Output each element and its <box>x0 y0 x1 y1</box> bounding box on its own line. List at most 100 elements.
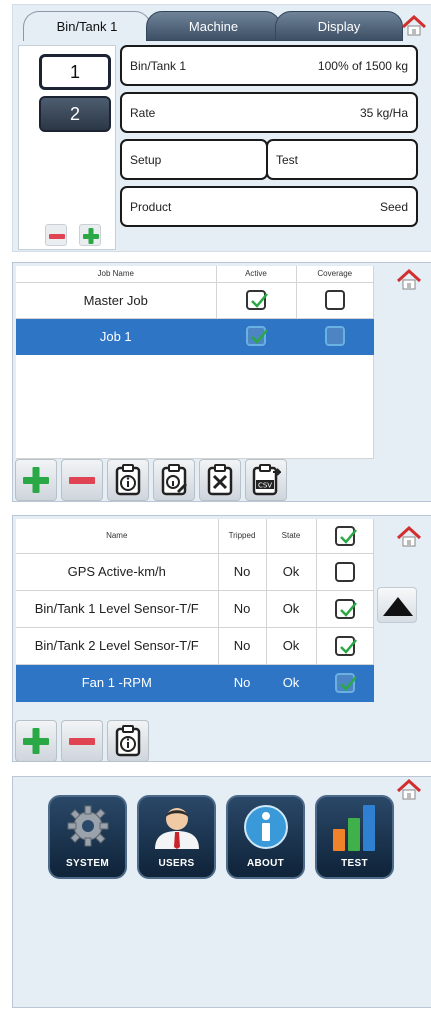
tripped-value: No <box>218 590 267 628</box>
alarms-panel: Name Tripped State GPS Active-km/h No Ok… <box>12 515 431 762</box>
checkbox-checked[interactable] <box>334 672 357 693</box>
scroll-up-button[interactable] <box>377 587 417 623</box>
bin-1-button[interactable]: 1 <box>39 54 111 90</box>
card-value: 35 kg/Ha <box>359 105 408 120</box>
home-icon[interactable] <box>396 778 422 801</box>
jobs-table: Job Name Active Coverage Master Job Job … <box>16 266 374 459</box>
check-icon <box>339 601 357 617</box>
tab-machine[interactable]: Machine <box>146 11 281 41</box>
active-cell[interactable] <box>216 282 297 319</box>
users-tile[interactable]: USERS <box>137 795 216 879</box>
bin-number: 2 <box>69 103 80 124</box>
table-row[interactable]: Job 1 <box>16 318 374 355</box>
about-tile[interactable]: ABOUT <box>226 795 305 879</box>
plus-icon <box>23 728 49 754</box>
coverage-cell[interactable] <box>296 282 374 319</box>
enabled-cell[interactable] <box>316 553 374 591</box>
remove-job-button[interactable] <box>61 459 103 501</box>
clipboard-delete-icon <box>207 464 233 496</box>
remove-bin-button[interactable] <box>45 224 67 246</box>
active-cell[interactable] <box>216 318 297 355</box>
add-job-button[interactable] <box>15 459 57 501</box>
plus-icon <box>83 228 99 244</box>
checkbox-checked[interactable] <box>334 635 357 656</box>
select-all-cell[interactable] <box>316 519 374 554</box>
alarm-info-button[interactable] <box>107 720 149 762</box>
edit-job-button[interactable] <box>153 459 195 501</box>
column-header-job-name: Job Name <box>16 266 217 283</box>
column-header-name: Name <box>16 519 219 554</box>
bin-2-button[interactable]: 2 <box>39 96 111 132</box>
clipboard-csv-icon: CSV <box>252 464 281 496</box>
home-icon[interactable] <box>396 525 422 548</box>
table-row[interactable]: GPS Active-km/h No Ok <box>16 553 374 591</box>
table-row[interactable]: Fan 1 -RPM No Ok <box>16 664 374 702</box>
tab-label: Machine <box>188 18 239 34</box>
checkbox-checked[interactable] <box>246 326 268 346</box>
minus-icon <box>49 234 65 239</box>
info-icon <box>243 805 288 849</box>
clipboard-info-icon <box>115 725 141 757</box>
home-icon[interactable] <box>396 268 422 291</box>
enabled-cell[interactable] <box>316 590 374 628</box>
table-row[interactable]: Bin/Tank 2 Level Sensor-T/F No Ok <box>16 627 374 665</box>
bin-level-card[interactable]: Bin/Tank 1 100% of 1500 kg <box>120 45 418 86</box>
checkbox-checked[interactable] <box>246 290 268 310</box>
state-value: Ok <box>266 664 317 702</box>
coverage-cell[interactable] <box>296 318 374 355</box>
table-row[interactable]: Master Job <box>16 282 374 319</box>
job-info-button[interactable] <box>107 459 149 501</box>
export-csv-button[interactable]: CSV <box>245 459 287 501</box>
test-button[interactable]: Test <box>266 139 418 180</box>
tab-display[interactable]: Display <box>275 11 403 41</box>
tab-bin-tank-1[interactable]: Bin/Tank 1 <box>23 11 151 41</box>
card-value: Seed <box>379 199 408 214</box>
minus-icon <box>69 738 95 745</box>
card-label: Setup <box>130 152 162 167</box>
job-name: Job 1 <box>16 318 217 355</box>
home-icon[interactable] <box>401 14 427 37</box>
rate-card[interactable]: Rate 35 kg/Ha <box>120 92 418 133</box>
check-icon <box>339 675 357 691</box>
triangle-up-icon <box>383 597 413 616</box>
alarms-table: Name Tripped State GPS Active-km/h No Ok… <box>16 519 374 702</box>
tripped-value: No <box>218 627 267 665</box>
checkbox-unchecked[interactable] <box>324 326 345 346</box>
user-icon <box>154 808 199 849</box>
checkbox-checked[interactable] <box>334 598 357 619</box>
clipboard-edit-icon <box>161 464 187 496</box>
jobs-panel: Job Name Active Coverage Master Job Job … <box>12 262 431 502</box>
select-all-checkbox[interactable] <box>334 525 357 546</box>
add-alarm-button[interactable] <box>15 720 57 762</box>
gear-icon <box>67 805 108 847</box>
main-menu-panel: SYSTEM USERS ABOUT TEST <box>12 776 431 1008</box>
job-name: Master Job <box>16 282 217 319</box>
setup-button[interactable]: Setup <box>120 139 268 180</box>
alarm-name: Fan 1 -RPM <box>16 664 219 702</box>
jobs-toolbar: CSV <box>15 459 287 501</box>
tripped-value: No <box>218 553 267 591</box>
bin-list: 1 2 <box>18 45 116 250</box>
checkbox-unchecked[interactable] <box>324 290 345 310</box>
system-tile[interactable]: SYSTEM <box>48 795 127 879</box>
bar-chart-icon <box>332 805 375 851</box>
enabled-cell[interactable] <box>316 664 374 702</box>
state-value: Ok <box>266 627 317 665</box>
test-tile[interactable]: TEST <box>315 795 394 879</box>
add-bin-button[interactable] <box>79 224 101 246</box>
table-row[interactable]: Bin/Tank 1 Level Sensor-T/F No Ok <box>16 590 374 628</box>
alarm-name: Bin/Tank 1 Level Sensor-T/F <box>16 590 219 628</box>
alarms-toolbar <box>15 720 149 762</box>
product-card[interactable]: Product Seed <box>120 186 418 227</box>
delete-job-button[interactable] <box>199 459 241 501</box>
state-value: Ok <box>266 590 317 628</box>
enabled-cell[interactable] <box>316 627 374 665</box>
tile-label: USERS <box>158 858 195 869</box>
column-header-state: State <box>266 519 317 554</box>
state-value: Ok <box>266 553 317 591</box>
card-label: Product <box>130 199 172 214</box>
alarm-name: GPS Active-km/h <box>16 553 219 591</box>
remove-alarm-button[interactable] <box>61 720 103 762</box>
card-value: 100% of 1500 kg <box>317 58 408 73</box>
checkbox-unchecked[interactable] <box>334 561 355 582</box>
